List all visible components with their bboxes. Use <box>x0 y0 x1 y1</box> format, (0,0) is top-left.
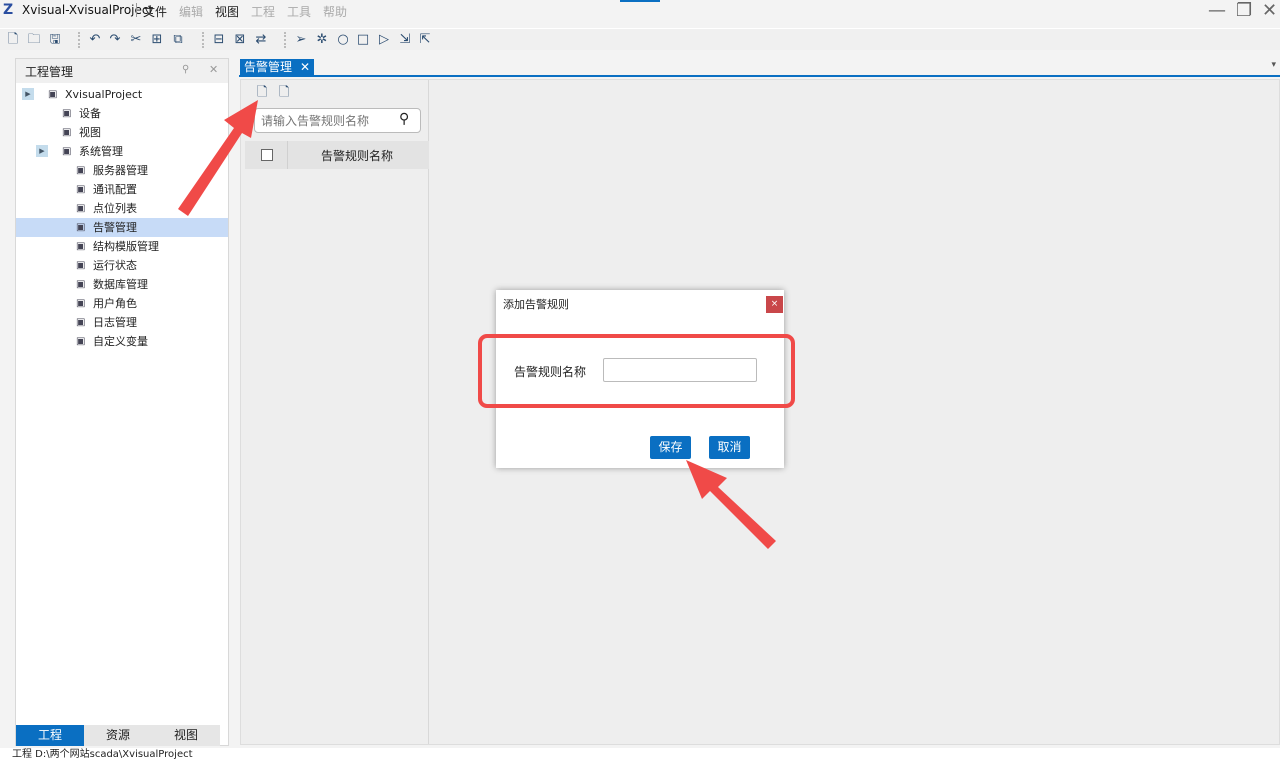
status-bar: 工程 D:\两个网站scada\XvisualProject <box>0 748 1280 762</box>
arrow-to-save-button <box>686 460 776 549</box>
arrow-to-add-icon <box>178 100 258 216</box>
annotation-arrows <box>178 100 776 549</box>
